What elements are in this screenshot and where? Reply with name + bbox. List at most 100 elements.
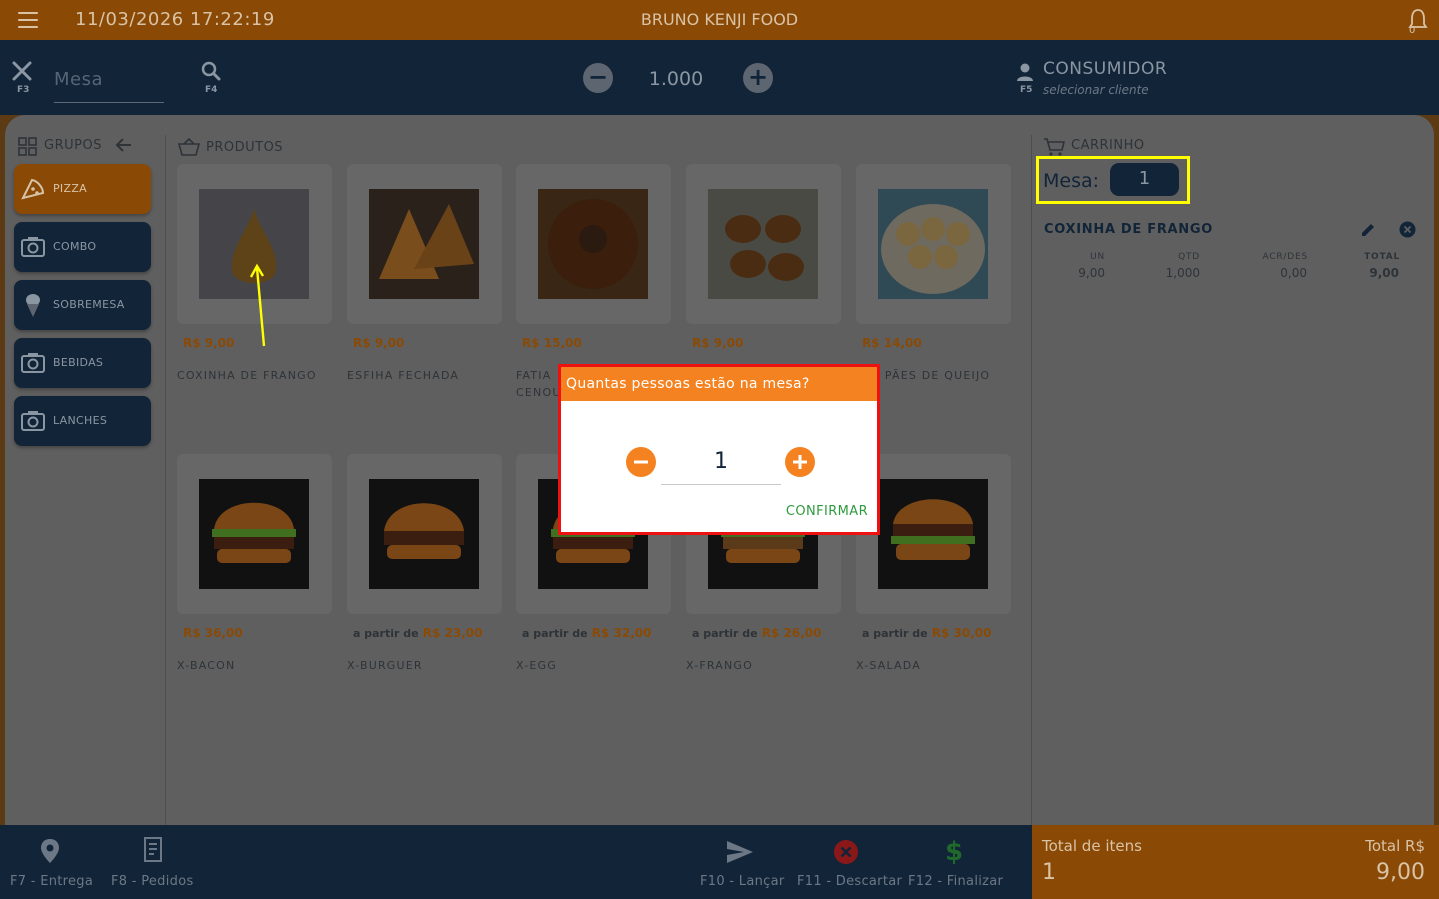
cart-mesa-value[interactable]: 1: [1110, 163, 1179, 196]
people-count-input[interactable]: 1: [661, 445, 781, 485]
group-lanches[interactable]: LANCHES: [14, 396, 151, 446]
product-card-esfiha[interactable]: [347, 164, 502, 324]
divider: [165, 135, 166, 825]
price-value: R$ 23,00: [422, 626, 483, 640]
pedidos-button[interactable]: F8 - Pedidos: [109, 825, 204, 899]
total-amount-value: 9,00: [1376, 860, 1425, 885]
send-icon: [726, 840, 754, 864]
entrega-label: F7 - Entrega: [10, 874, 94, 889]
cart-col-header: QTD: [1178, 252, 1200, 262]
product-price: a partir de R$ 23,00: [353, 626, 483, 640]
product-name: X-BURGUER: [347, 659, 423, 672]
camera-icon: [20, 408, 46, 434]
product-price: a partir de R$ 32,00: [522, 626, 652, 640]
price-prefix: a partir de: [522, 627, 588, 640]
cancel-circle-icon: [833, 839, 859, 865]
cart-col-header: ACR/DES: [1262, 252, 1308, 262]
finalizar-button[interactable]: $ F12 - Finalizar: [906, 825, 1006, 899]
total-items-label: Total de itens: [1042, 837, 1142, 855]
search-fkey: F4: [205, 85, 218, 95]
mesa-fkey: F3: [17, 85, 30, 95]
bell-icon[interactable]: 0: [1407, 8, 1429, 36]
bottom-bar: F7 - Entrega F8 - Pedidos F10 - Lançar F…: [0, 825, 1032, 899]
cutlery-icon[interactable]: [11, 60, 33, 82]
price-value: R$ 30,00: [931, 626, 992, 640]
price-prefix: a partir de: [692, 627, 758, 640]
divider: [1031, 135, 1032, 825]
cart-col-value: 9,00: [1078, 266, 1105, 280]
group-label: LANCHES: [53, 414, 108, 427]
annotation-arrow: [248, 262, 270, 348]
product-image: [369, 189, 479, 299]
group-combo[interactable]: COMBO: [14, 222, 151, 272]
camera-icon: [20, 350, 46, 376]
product-card-fatia[interactable]: [516, 164, 671, 324]
product-price: R$ 14,00: [862, 336, 922, 350]
pedidos-label: F8 - Pedidos: [111, 874, 194, 889]
cart-col-value: 9,00: [1369, 266, 1399, 280]
descartar-label: F11 - Descartar: [797, 874, 903, 889]
price-prefix: a partir de: [862, 627, 928, 640]
decrease-people-button[interactable]: [626, 447, 656, 477]
product-image: [878, 479, 988, 589]
totals-panel: Total de itens 1 Total R$ 9,00: [1032, 825, 1439, 899]
cart-title: CARRINHO: [1071, 138, 1145, 153]
price-prefix: a partir de: [353, 627, 419, 640]
product-image: [708, 189, 818, 299]
arrow-back-icon[interactable]: [115, 137, 133, 153]
product-image: [538, 189, 648, 299]
cart-col-value: 0,00: [1280, 266, 1307, 280]
people-count-dialog: Quantas pessoas estão na mesa? 1 CONFIRM…: [558, 364, 880, 535]
increase-quantity-button[interactable]: +: [743, 63, 773, 93]
edit-icon[interactable]: [1360, 222, 1376, 238]
user-icon[interactable]: [1015, 62, 1035, 82]
increase-people-button[interactable]: [785, 447, 815, 477]
groups-title: GRUPOS: [44, 138, 102, 153]
product-card-kibe[interactable]: [686, 164, 841, 324]
cart-col-header: TOTAL: [1364, 252, 1400, 262]
descartar-button[interactable]: F11 - Descartar: [795, 825, 903, 899]
consumer-title[interactable]: CONSUMIDOR: [1043, 59, 1167, 79]
entrega-button[interactable]: F7 - Entrega: [8, 825, 103, 899]
products-title: PRODUTOS: [206, 140, 284, 155]
product-price: R$ 9,00: [183, 336, 235, 350]
product-card-x-bacon[interactable]: [177, 454, 332, 614]
price-value: R$ 32,00: [591, 626, 652, 640]
group-pizza[interactable]: PIZZA: [14, 164, 151, 214]
product-price: a partir de R$ 26,00: [692, 626, 822, 640]
cart-item-name: COXINHA DE FRANGO: [1044, 222, 1213, 237]
search-icon[interactable]: [201, 61, 221, 81]
confirm-button[interactable]: CONFIRMAR: [786, 504, 868, 519]
remove-item-icon[interactable]: [1399, 221, 1416, 238]
product-card-x-burguer[interactable]: [347, 454, 502, 614]
product-price: a partir de R$ 30,00: [862, 626, 992, 640]
bell-count: 0: [1409, 25, 1415, 34]
price-value: R$ 26,00: [761, 626, 822, 640]
lancar-label: F10 - Lançar: [700, 874, 785, 889]
product-price: R$ 9,00: [692, 336, 744, 350]
toolbar: F3 Mesa F4 − 1.000 + F5 CONSUMIDOR selec…: [0, 40, 1439, 115]
mesa-input[interactable]: Mesa: [54, 65, 164, 103]
product-card-paes-queijo[interactable]: [856, 164, 1011, 324]
quantity-value: 1.000: [648, 68, 704, 90]
consumer-fkey: F5: [1020, 85, 1033, 95]
group-bebidas[interactable]: BEBIDAS: [14, 338, 151, 388]
cart-col-header: UN: [1090, 252, 1105, 262]
product-image: [199, 479, 309, 589]
decrease-quantity-button[interactable]: −: [583, 63, 613, 93]
receipt-icon: [141, 837, 165, 863]
group-label: BEBIDAS: [53, 356, 104, 369]
ice-cream-icon: [20, 292, 46, 318]
group-sobremesa[interactable]: SOBREMESA: [14, 280, 151, 330]
dollar-icon: $: [943, 836, 963, 867]
select-client-link[interactable]: selecionar cliente: [1043, 83, 1149, 97]
product-price: R$ 15,00: [522, 336, 582, 350]
cart-mesa-label: Mesa:: [1043, 170, 1100, 192]
camera-icon: [20, 234, 46, 260]
basket-icon: [177, 137, 201, 156]
dialog-header: Quantas pessoas estão na mesa?: [561, 367, 877, 401]
group-label: PIZZA: [53, 182, 87, 195]
product-name: COXINHA DE FRANGO: [177, 369, 317, 382]
lancar-button[interactable]: F10 - Lançar: [698, 825, 788, 899]
top-bar: 11/03/2026 17:22:19 BRUNO KENJI FOOD 0: [0, 0, 1439, 40]
